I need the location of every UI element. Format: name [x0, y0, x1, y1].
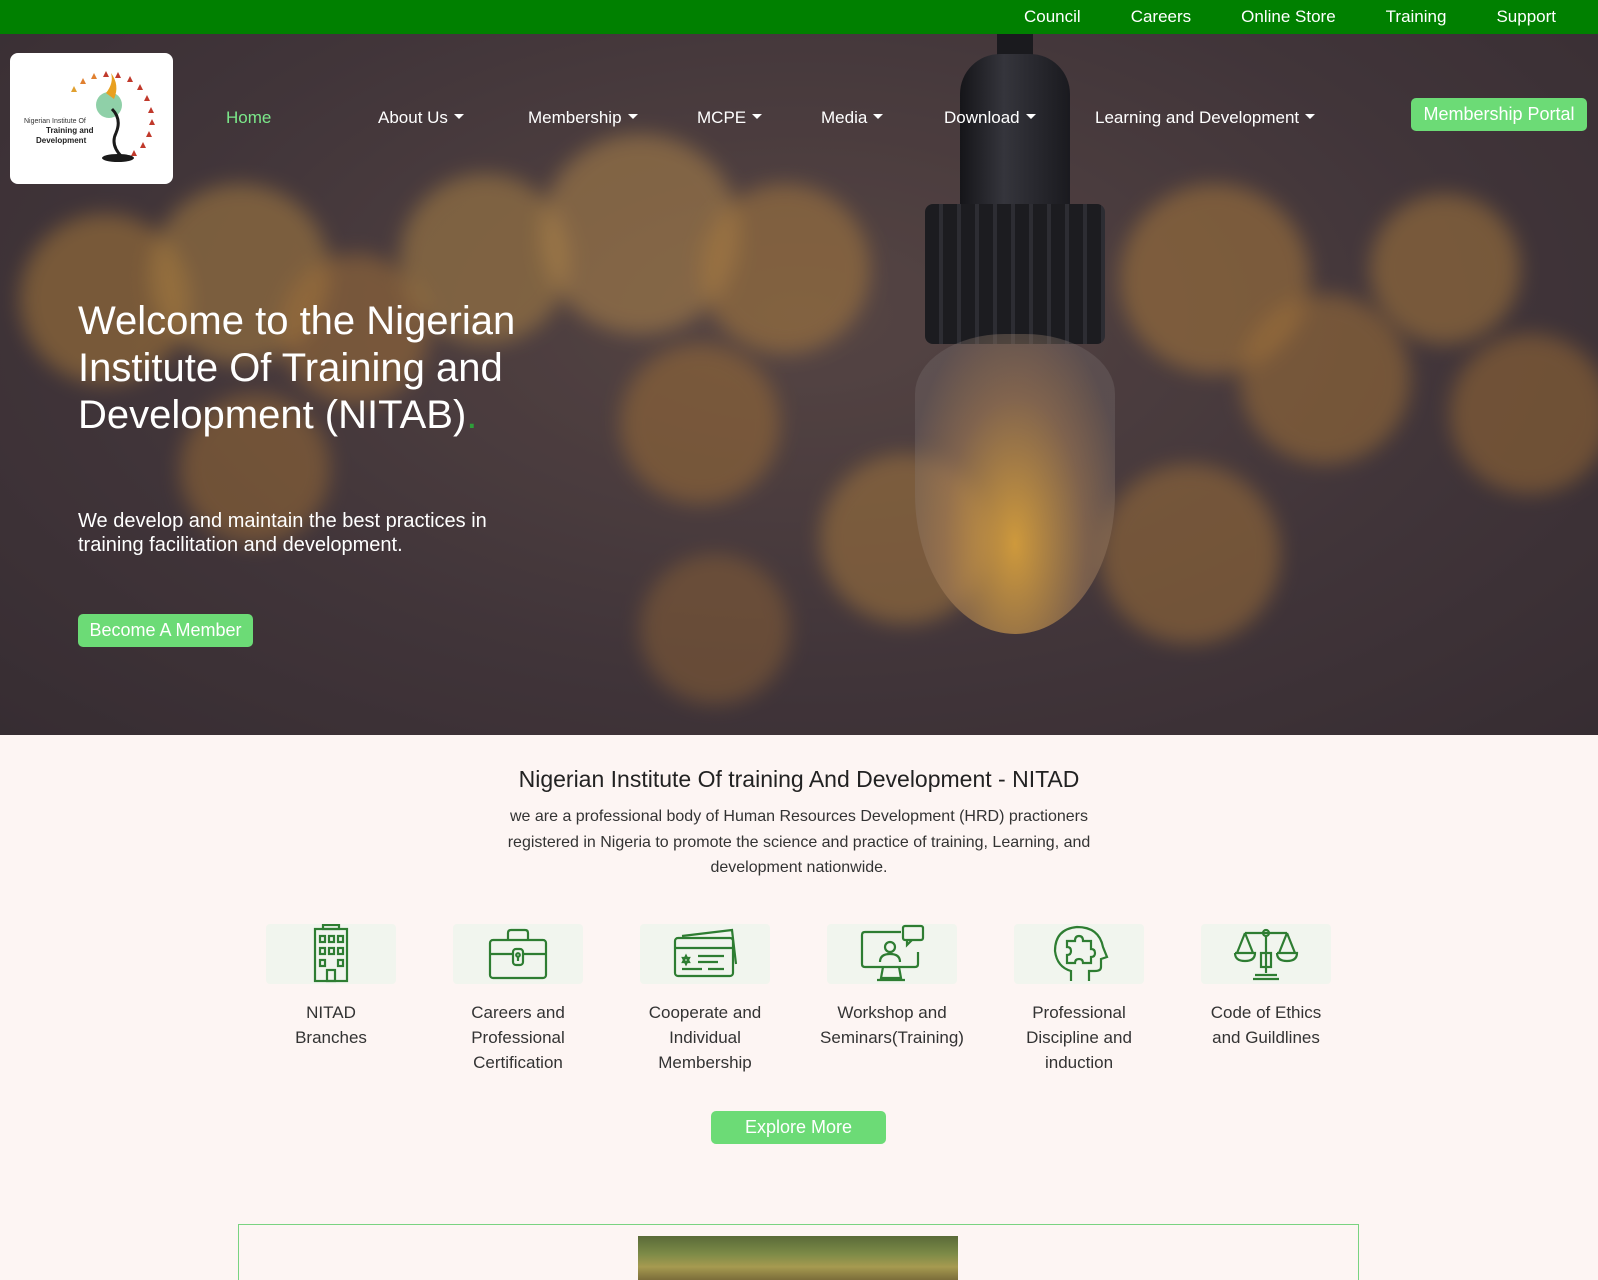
nav-home[interactable]: Home: [226, 108, 271, 128]
top-link-support[interactable]: Support: [1496, 7, 1556, 27]
feature-workshops[interactable]: Workshop and Seminars(Training): [817, 924, 967, 1050]
feature-discipline[interactable]: Professional Discipline and induction: [1004, 924, 1154, 1075]
membership-portal-button[interactable]: Membership Portal: [1411, 98, 1587, 131]
nav-about-us[interactable]: About Us: [378, 108, 464, 128]
top-link-training[interactable]: Training: [1386, 7, 1447, 27]
feature-membership[interactable]: Cooperate and Individual Membership: [630, 924, 780, 1075]
top-bar: Council Careers Online Store Training Su…: [0, 0, 1598, 34]
explore-more-button[interactable]: Explore More: [711, 1111, 886, 1144]
nav-membership[interactable]: Membership: [528, 108, 638, 128]
nav-download[interactable]: Download: [944, 108, 1036, 128]
feature-careers[interactable]: Careers and Professional Certification: [443, 924, 593, 1075]
feature-label: Careers and Professional Certification: [471, 1003, 565, 1072]
caret-down-icon: [453, 114, 464, 120]
svg-text:Development: Development: [36, 136, 87, 145]
feature-label: Cooperate and Individual Membership: [648, 1003, 762, 1072]
caret-down-icon: [873, 114, 884, 120]
featured-image: [638, 1236, 958, 1280]
building-icon: [313, 924, 349, 983]
feature-label: NITAD Branches: [295, 1003, 367, 1047]
top-link-council[interactable]: Council: [1024, 7, 1081, 27]
caret-down-icon: [752, 114, 763, 120]
features-row: NITAD Branches Careers and Professional …: [0, 924, 1598, 1084]
top-links: Council Careers Online Store Training Su…: [974, 0, 1556, 34]
nav-learning-and-development[interactable]: Learning and Development: [1095, 108, 1316, 128]
computer-user-chat-icon: [860, 924, 925, 982]
scales-icon: [1233, 928, 1299, 981]
feature-label: Code of Ethics and Guildlines: [1210, 1003, 1322, 1047]
briefcase-icon: [488, 928, 548, 980]
hero-title: Welcome to the Nigerian Institute Of Tra…: [78, 299, 516, 437]
main-nav: Home About Us Membership MCPE Media Down…: [0, 100, 1598, 136]
caret-down-icon: [1025, 114, 1036, 120]
become-member-button[interactable]: Become A Member: [78, 614, 253, 647]
about-title: Nigerian Institute Of training And Devel…: [518, 766, 1080, 792]
feature-ethics[interactable]: Code of Ethics and Guildlines: [1191, 924, 1341, 1050]
about-description: we are a professional body of Human Reso…: [507, 808, 1091, 876]
id-card-icon: [673, 928, 738, 978]
nav-media[interactable]: Media: [821, 108, 884, 128]
head-puzzle-icon: [1053, 925, 1109, 981]
hero-text: Welcome to the Nigerian Institute Of Tra…: [78, 298, 548, 557]
hero-subtitle: We develop and maintain the best practic…: [78, 510, 487, 556]
nav-mcpe[interactable]: MCPE: [697, 108, 763, 128]
feature-branches[interactable]: NITAD Branches: [256, 924, 406, 1050]
feature-label: Workshop and Seminars(Training): [820, 1003, 964, 1047]
top-link-online-store[interactable]: Online Store: [1241, 7, 1336, 27]
feature-label: Professional Discipline and induction: [1026, 1003, 1132, 1072]
top-link-careers[interactable]: Careers: [1131, 7, 1191, 27]
caret-down-icon: [627, 114, 638, 120]
caret-down-icon: [1305, 114, 1316, 120]
